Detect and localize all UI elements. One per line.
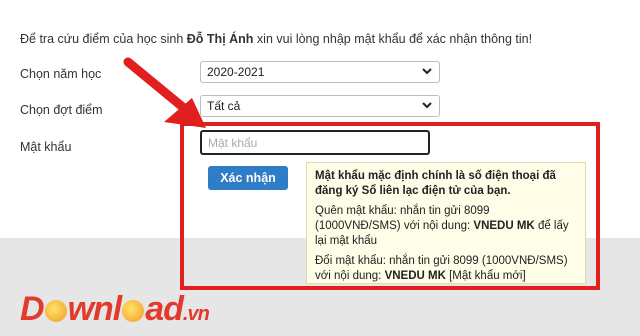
red-arrow-icon (123, 57, 206, 128)
watermark-o-icon (122, 300, 145, 322)
watermark-o-icon (44, 300, 67, 322)
page: Để tra cứu điểm của học sinh Đỗ Thị Ánh … (0, 0, 640, 336)
download-vn-watermark: Dwnl ad.vn (20, 290, 210, 328)
